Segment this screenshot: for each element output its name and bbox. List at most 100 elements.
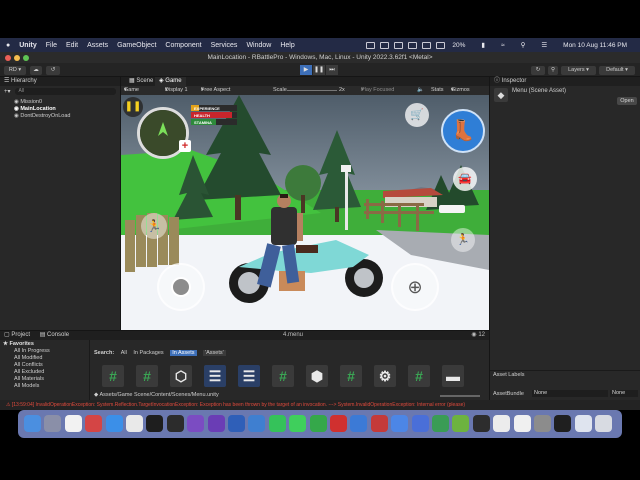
- tab-game[interactable]: ◈ Game: [155, 77, 186, 86]
- mp3-app-icon[interactable]: [248, 415, 266, 432]
- visual-studio-icon[interactable]: [207, 415, 225, 432]
- menubar-clock[interactable]: Mon 10 Aug 11:46 PM: [563, 42, 627, 49]
- script-icon[interactable]: #: [102, 365, 124, 387]
- run-icon[interactable]: 🏃: [141, 213, 167, 239]
- tab-console[interactable]: ▤ Console: [40, 332, 69, 338]
- asset-variant-dropdown[interactable]: None: [610, 390, 638, 397]
- cloud-icon[interactable]: ☁: [30, 66, 42, 75]
- script-icon[interactable]: #: [136, 365, 158, 387]
- hierarchy-tab[interactable]: ☰ Hierarchy: [0, 77, 120, 86]
- blue-app-icon[interactable]: [411, 415, 429, 432]
- tab-scene[interactable]: ▦ Scene: [125, 77, 158, 86]
- settings-asset-icon[interactable]: ⚙: [374, 365, 396, 387]
- favorite-item[interactable]: All Excluded: [0, 369, 89, 376]
- gizmos-dropdown[interactable]: Gizmos ▾: [451, 86, 470, 95]
- safari-icon[interactable]: [105, 415, 123, 432]
- menu-edit[interactable]: Edit: [66, 42, 78, 49]
- menu-help[interactable]: Help: [280, 42, 294, 49]
- icon-size-slider[interactable]: [440, 395, 480, 397]
- vehicle-enter-icon[interactable]: 🚘: [453, 167, 477, 191]
- red-p-app-icon[interactable]: [330, 415, 347, 432]
- favorite-item[interactable]: All In Progress: [0, 348, 89, 355]
- menu-services[interactable]: Services: [211, 42, 238, 49]
- menu-component[interactable]: Component: [165, 42, 201, 49]
- menu-app-name[interactable]: Unity: [19, 42, 37, 49]
- search-toolbar-icon[interactable]: ⚲: [548, 66, 558, 75]
- whatsapp-icon[interactable]: [268, 415, 286, 432]
- add-object-button[interactable]: +▾: [4, 88, 11, 95]
- tray-display-icon[interactable]: [380, 41, 390, 49]
- close-window-icon[interactable]: [5, 55, 11, 61]
- unity-hub-icon[interactable]: [472, 415, 490, 432]
- list-icon[interactable]: ☰: [238, 365, 260, 387]
- game-view[interactable]: ❚❚ + EXPERIENCE HEALTH STAMINA 🛒 👢 🚘 🏃 🏃…: [121, 95, 489, 330]
- filter-assets-folder[interactable]: 'Assets': [203, 350, 226, 356]
- inspector-tab[interactable]: ⓘ Inspector: [490, 77, 640, 86]
- hierarchy-item-mission0[interactable]: ◉ Mission0: [0, 99, 120, 106]
- joystick-knob[interactable]: [171, 277, 191, 297]
- downloads-icon[interactable]: [574, 415, 592, 432]
- shop-cart-icon[interactable]: 🛒: [405, 103, 429, 127]
- layers-dropdown[interactable]: Layers ▾: [561, 66, 596, 75]
- chrome-icon[interactable]: [64, 415, 82, 432]
- collab-icon[interactable]: ↺: [46, 66, 60, 75]
- sprint-icon[interactable]: 🏃: [451, 228, 475, 252]
- tray-gamepad-icon[interactable]: [422, 41, 432, 49]
- finder-icon[interactable]: [24, 415, 41, 432]
- minimize-window-icon[interactable]: [14, 55, 20, 61]
- menu-gameobject[interactable]: GameObject: [117, 42, 156, 49]
- mute-icon[interactable]: 🔈: [417, 86, 424, 95]
- medkit-icon[interactable]: +: [179, 140, 191, 152]
- clock-app-icon[interactable]: [126, 415, 143, 432]
- android-icon[interactable]: [452, 415, 470, 432]
- preview-icon[interactable]: [493, 415, 511, 432]
- android-studio-icon[interactable]: [432, 415, 449, 432]
- photos-icon[interactable]: [513, 415, 531, 432]
- stats-button[interactable]: Stats: [431, 86, 444, 95]
- messages-icon[interactable]: [289, 415, 307, 432]
- display-dropdown[interactable]: Display 1 ▾: [165, 86, 188, 95]
- script-icon[interactable]: #: [340, 365, 362, 387]
- maximize-window-icon[interactable]: [23, 55, 29, 61]
- word-icon[interactable]: [228, 415, 245, 432]
- red-app-icon[interactable]: [370, 415, 388, 432]
- terminal-icon[interactable]: [146, 415, 164, 432]
- xcode-like-icon[interactable]: [350, 415, 368, 432]
- control-center-icon[interactable]: ☰: [541, 41, 547, 49]
- tray-photo-icon[interactable]: [436, 41, 446, 49]
- red-app-icon[interactable]: [85, 415, 103, 432]
- aspect-dropdown[interactable]: Free Aspect ▾: [201, 86, 230, 95]
- system-settings-icon[interactable]: [534, 415, 551, 432]
- console-status-bar[interactable]: ⚠ [13:59:04] InvalidOperationException: …: [0, 400, 640, 410]
- aim-crosshair-icon[interactable]: ⊕: [391, 263, 439, 311]
- menu-assets[interactable]: Assets: [87, 42, 108, 49]
- scale-slider[interactable]: [287, 90, 337, 91]
- tray-mic-icon[interactable]: [394, 41, 404, 49]
- filter-in-assets[interactable]: In Assets: [170, 350, 197, 356]
- hierarchy-item-dontdestroyonload[interactable]: ◉ DontDestroyOnLoad: [0, 113, 120, 120]
- pause-button[interactable]: ❚❚: [313, 65, 325, 75]
- battery-icon[interactable]: ▮: [481, 41, 485, 49]
- hierarchy-search-input[interactable]: All: [14, 87, 116, 95]
- tray-app-icon[interactable]: [408, 41, 418, 49]
- unity-cube-icon[interactable]: ⬡: [170, 365, 192, 387]
- menu-file[interactable]: File: [46, 42, 57, 49]
- launchpad-icon[interactable]: [44, 415, 62, 432]
- layout-dropdown[interactable]: Default ▾: [599, 66, 635, 75]
- filter-in-packages[interactable]: In Packages: [133, 350, 163, 356]
- play-button[interactable]: ▶: [300, 65, 312, 75]
- wifi-icon[interactable]: ≈: [501, 42, 505, 49]
- xcode-icon[interactable]: [391, 415, 409, 432]
- game-mode-dropdown[interactable]: Game ▾: [124, 86, 139, 95]
- script-icon[interactable]: #: [272, 365, 294, 387]
- step-button[interactable]: ⏭: [326, 65, 338, 75]
- history-icon[interactable]: ↻: [531, 66, 545, 75]
- favorite-item[interactable]: All Modified: [0, 355, 89, 362]
- open-button[interactable]: Open: [617, 97, 637, 105]
- visual-studio-icon[interactable]: [187, 415, 205, 432]
- activity-monitor-icon[interactable]: [166, 415, 184, 432]
- search-icon[interactable]: ⚲: [521, 41, 526, 49]
- tray-screen-icon[interactable]: [366, 41, 376, 49]
- apple-icon[interactable]: ●: [6, 42, 10, 49]
- asset-bundle-dropdown[interactable]: None: [532, 390, 608, 397]
